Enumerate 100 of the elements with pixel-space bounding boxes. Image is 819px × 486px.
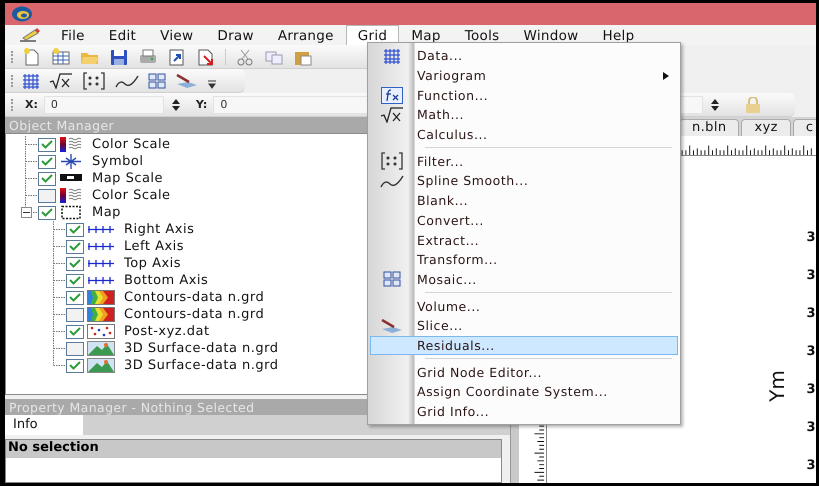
- function-icon: [381, 86, 403, 104]
- menu-option[interactable]: Data...: [370, 46, 678, 66]
- menu-option[interactable]: Residuals...: [370, 336, 678, 356]
- menu-option[interactable]: Spline Smooth...: [370, 171, 678, 191]
- tree-connector: [53, 306, 66, 323]
- tree-item[interactable]: Symbol: [92, 154, 144, 169]
- checkbox[interactable]: [66, 308, 84, 322]
- checkbox[interactable]: [38, 138, 56, 152]
- tree-item[interactable]: Post-xyz.dat: [124, 324, 210, 339]
- x-field[interactable]: 0: [44, 96, 164, 114]
- tree-item[interactable]: Left Axis: [124, 239, 184, 254]
- checkbox[interactable]: [66, 240, 84, 254]
- menu-option[interactable]: Transform...: [370, 250, 678, 270]
- tree-item[interactable]: Right Axis: [124, 222, 194, 237]
- cut-icon[interactable]: [235, 48, 255, 66]
- menu-option[interactable]: Grid Node Editor...: [370, 362, 678, 382]
- root-icon: [380, 106, 404, 123]
- grid-icon: [383, 48, 401, 64]
- menu-option[interactable]: Mosaic...: [370, 270, 678, 290]
- tree-connector: [53, 238, 66, 255]
- tree-item[interactable]: Top Axis: [124, 256, 182, 271]
- tiles-icon: [383, 271, 401, 288]
- collapse-toggle[interactable]: [21, 207, 32, 218]
- checkbox[interactable]: [38, 172, 56, 186]
- info-tab[interactable]: Info: [5, 415, 83, 435]
- slice-icon: [380, 318, 404, 334]
- tick-label: 3: [806, 382, 816, 399]
- matrix-icon: [380, 152, 404, 170]
- print-icon[interactable]: [138, 48, 158, 66]
- menu-item[interactable]: Arrange: [266, 25, 346, 45]
- property-header: No selection: [6, 440, 501, 458]
- tree-connector: [53, 221, 66, 238]
- checkbox[interactable]: [38, 206, 56, 220]
- checkbox[interactable]: [38, 154, 56, 168]
- document-tab[interactable]: c: [792, 119, 816, 136]
- axis-title: Ym: [764, 370, 789, 402]
- checkbox[interactable]: [66, 256, 84, 270]
- checkbox[interactable]: [66, 342, 84, 356]
- tick-label: 3: [806, 458, 816, 475]
- landscape-icon: [87, 358, 115, 373]
- tree-item[interactable]: Map: [92, 205, 121, 220]
- spinner-icon[interactable]: [709, 98, 722, 112]
- contour-map-icon: [87, 307, 115, 322]
- tree-connector: [25, 136, 38, 153]
- color-scale-icon: [59, 137, 83, 152]
- menu-item[interactable]: View: [148, 25, 206, 45]
- tree-item[interactable]: Contours-data n.grd: [124, 290, 264, 305]
- tree-item[interactable]: Color Scale: [92, 188, 171, 203]
- document-tab[interactable]: n.bln: [679, 119, 740, 136]
- import-icon[interactable]: [196, 48, 216, 66]
- checkbox[interactable]: [66, 290, 84, 304]
- tree-item[interactable]: Contours-data n.grd: [124, 307, 264, 322]
- tree-item[interactable]: Bottom Axis: [124, 273, 208, 288]
- matrix-icon: [82, 72, 106, 90]
- spinner-icon[interactable]: [170, 98, 182, 112]
- checkbox[interactable]: [66, 324, 84, 338]
- menu-item[interactable]: File: [49, 25, 97, 45]
- checkbox[interactable]: [66, 222, 84, 236]
- menu-option[interactable]: Blank...: [370, 190, 678, 210]
- menu-item[interactable]: Map: [399, 25, 453, 45]
- landscape-icon: [87, 341, 115, 356]
- menu-option[interactable]: Extract...: [370, 230, 678, 250]
- contour-map-icon: [87, 290, 115, 305]
- menu-item[interactable]: Draw: [205, 25, 266, 45]
- tick-label: 3: [806, 420, 816, 437]
- checkbox[interactable]: [66, 358, 84, 372]
- menu-item[interactable]: Help: [590, 25, 646, 45]
- menu-option[interactable]: Filter...: [370, 151, 678, 172]
- checkbox[interactable]: [38, 188, 56, 202]
- menu-option[interactable]: Convert...: [370, 210, 678, 230]
- overflow-chevron-icon[interactable]: [208, 79, 216, 89]
- document-tab[interactable]: xyz: [741, 119, 791, 136]
- x-label: X:: [25, 98, 38, 111]
- menu-option[interactable]: Volume...: [370, 296, 678, 316]
- save-icon[interactable]: [109, 48, 129, 66]
- tree-item[interactable]: Map Scale: [92, 171, 164, 186]
- tree-item[interactable]: Color Scale: [92, 137, 171, 152]
- tree-connector: [25, 170, 38, 187]
- tree-item[interactable]: 3D Surface-data n.grd: [124, 358, 279, 373]
- menu-option[interactable]: Slice...: [370, 316, 678, 336]
- checkbox[interactable]: [66, 274, 84, 288]
- new-worksheet-icon[interactable]: [51, 48, 71, 66]
- tree-connector: [53, 323, 66, 340]
- map-frame-icon: [59, 205, 83, 220]
- grid-icon: [22, 72, 40, 88]
- menu-item[interactable]: Grid: [346, 25, 400, 45]
- color-scale-icon: [59, 188, 83, 203]
- menu-item[interactable]: Edit: [96, 25, 148, 45]
- menu-option[interactable]: Assign Coordinate System...: [370, 382, 678, 402]
- menu-option[interactable]: Function...: [370, 85, 678, 106]
- tree-item[interactable]: 3D Surface-data n.grd: [124, 341, 279, 356]
- tree-connector: [25, 153, 38, 170]
- tick-label: 3: [806, 344, 816, 361]
- menu-item[interactable]: Window: [511, 25, 590, 45]
- menu-item[interactable]: Tools: [452, 25, 512, 45]
- y-label: Y:: [196, 98, 208, 111]
- tree-connector: [53, 289, 66, 306]
- tiles-icon: [148, 72, 166, 88]
- menu-option[interactable]: Variogram: [370, 66, 678, 86]
- snowflake-icon: [59, 154, 83, 169]
